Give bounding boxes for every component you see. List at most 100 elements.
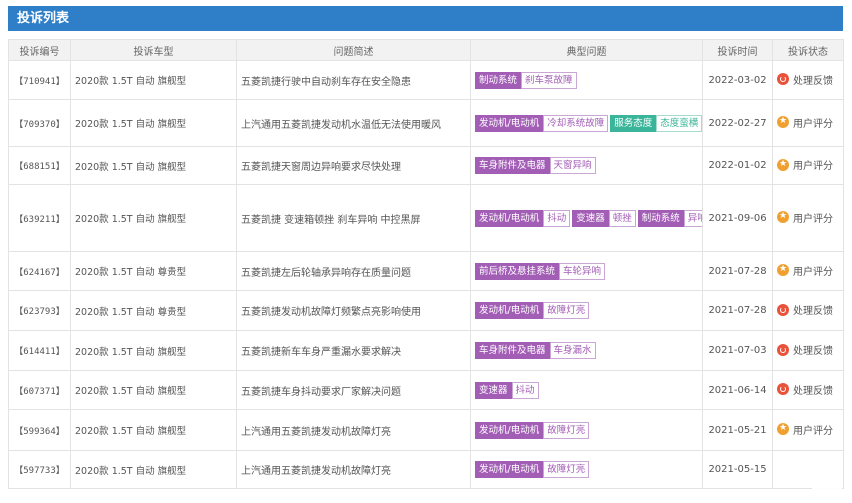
status-label: 处理反馈 [793,385,833,397]
complaint-date: 2021-07-28 [702,251,773,291]
status-score-link[interactable]: 用户评分 [777,422,833,437]
issue-category-tag[interactable]: 发动机/电动机 [475,302,544,319]
status-score-link[interactable]: 用户评分 [777,157,833,172]
complaint-id: 【709370】 [8,99,71,147]
complaint-summary-link[interactable]: 五菱凯捷新车车身严重漏水要求解决 [236,330,471,371]
complaint-status: 处理反馈 [772,60,844,100]
complaint-id: 【639211】 [8,184,71,252]
issue-category-tag[interactable]: 车身附件及电器 [475,157,550,174]
table-row[interactable]: 【599364】 2020款 1.5T 自动 旗舰型 上汽通用五菱凯捷发动机故障灯亮… [8,409,844,451]
table-row[interactable]: 【688151】 2020款 1.5T 自动 旗舰型 五菱凯捷天窗周边异响要求尽快处… [8,146,844,185]
complaint-summary-link[interactable]: 五菱凯捷天窗周边异响要求尽快处理 [236,146,471,185]
table-row[interactable]: 【623793】 2020款 1.5T 自动 尊贵型 五菱凯捷发动机故障灯频繁点亮影… [8,290,844,331]
table-row[interactable]: 【710941】 2020款 1.5T 自动 旗舰型 五菱凯捷行驶中自动刹车存在安全… [8,60,844,100]
status-label: 用户评分 [793,161,833,173]
issue-detail-tag[interactable]: 天窗异响 [549,157,596,174]
column-header-model: 投诉车型 [70,39,237,61]
complaint-id: 【607371】 [8,370,71,410]
status-label: 处理反馈 [793,306,833,318]
complaint-status: 用户评分 [772,251,844,291]
vehicle-model: 2020款 1.5T 自动 旗舰型 [70,450,237,489]
table-row[interactable]: 【639211】 2020款 1.5T 自动 旗舰型 五菱凯捷 变速箱顿挫 刹车异响… [8,184,844,252]
complaint-table: 投诉编号 投诉车型 问题简述 典型问题 投诉时间 投诉状态 【710941】 20… [8,39,844,489]
column-header-time: 投诉时间 [702,39,773,61]
complaint-id: 【623793】 [8,290,71,331]
feedback-icon [777,383,789,396]
issue-detail-tag[interactable]: 抖动 [511,381,539,399]
issue-detail-tag[interactable]: 态度蛮横 [656,114,702,132]
feedback-icon [777,73,789,86]
issue-category-tag[interactable]: 发动机/电动机 [475,421,544,439]
issue-detail-tag[interactable]: 异响 [683,209,702,227]
issue-detail-tag[interactable]: 车身漏水 [549,342,596,359]
complaint-status: 用户评分 [772,99,844,147]
status-label: 用户评分 [793,266,833,278]
vehicle-model: 2020款 1.5T 自动 尊贵型 [70,290,237,331]
page-title: 投诉列表 [8,6,843,31]
column-header-status: 投诉状态 [772,39,844,61]
status-label: 处理反馈 [793,75,833,87]
vehicle-model: 2020款 1.5T 自动 旗舰型 [70,409,237,451]
issue-category-tag[interactable]: 发动机/电动机 [475,114,544,132]
issue-tags: 制动系统 刹车泵故障 [470,60,703,100]
complaint-summary-link[interactable]: 五菱凯捷车身抖动要求厂家解决问题 [236,370,471,410]
table-row[interactable]: 【614411】 2020款 1.5T 自动 旗舰型 五菱凯捷新车车身严重漏水要求解… [8,330,844,371]
complaint-id: 【710941】 [8,60,71,100]
complaint-date: 2021-07-28 [702,290,773,331]
issue-category-tag[interactable]: 车身附件及电器 [475,342,550,359]
status-feedback-link[interactable]: 处理反馈 [777,342,833,357]
complaint-id: 【624167】 [8,251,71,291]
issue-detail-tag[interactable]: 车轮异响 [559,262,606,280]
table-row[interactable]: 【607371】 2020款 1.5T 自动 旗舰型 五菱凯捷车身抖动要求厂家解决问… [8,370,844,410]
vehicle-model: 2020款 1.5T 自动 尊贵型 [70,251,237,291]
status-feedback-link[interactable]: 处理反馈 [777,302,833,317]
complaint-summary-link[interactable]: 五菱凯捷左后轮轴承异响存在质量问题 [236,251,471,291]
issue-detail-tag[interactable]: 故障灯亮 [543,461,590,478]
issue-category-tag[interactable]: 制动系统 [475,71,522,89]
issue-detail-tag[interactable]: 故障灯亮 [543,302,590,319]
column-header-summary: 问题简述 [236,39,471,61]
issue-category-tag[interactable]: 前后桥及悬挂系统 [475,262,560,280]
table-row[interactable]: 【624167】 2020款 1.5T 自动 尊贵型 五菱凯捷左后轮轴承异响存在质量… [8,251,844,291]
issue-detail-tag[interactable]: 抖动 [543,209,571,227]
issue-category-tag[interactable]: 制动系统 [637,209,684,227]
star-icon [777,158,789,171]
table-row[interactable]: 【597733】 2020款 1.5T 自动 旗舰型 上汽通用五菱凯捷发动机故障灯亮… [8,450,844,489]
complaint-date: 2021-05-21 [702,409,773,451]
complaint-summary-link[interactable]: 五菱凯捷行驶中自动刹车存在安全隐患 [236,60,471,100]
complaint-date: 2022-03-02 [702,60,773,100]
issue-category-tag[interactable]: 变速器 [475,381,512,399]
status-feedback-link[interactable]: 处理反馈 [777,382,833,397]
complaint-summary-link[interactable]: 五菱凯捷发动机故障灯频繁点亮影响使用 [236,290,471,331]
complaint-status: 用户评分 [772,409,844,451]
complaint-summary-link[interactable]: 上汽通用五菱凯捷发动机故障灯亮 [236,450,471,489]
complaint-date: 2021-07-03 [702,330,773,371]
issue-detail-tag[interactable]: 冷却系统故障 [543,114,609,132]
column-header-id: 投诉编号 [8,39,71,61]
issue-detail-tag[interactable]: 故障灯亮 [543,421,590,439]
status-label: 用户评分 [793,425,833,437]
status-label: 用户评分 [793,118,833,130]
complaint-summary-link[interactable]: 上汽通用五菱凯捷发动机水温低无法使用暖风 [236,99,471,147]
status-score-link[interactable]: 用户评分 [777,115,833,130]
complaint-summary-link[interactable]: 五菱凯捷 变速箱顿挫 刹车异响 中控黑屏 [236,184,471,252]
status-score-link[interactable]: 用户评分 [777,263,833,278]
issue-category-tag[interactable]: 变速器 [572,209,609,227]
issue-category-tag[interactable]: 发动机/电动机 [475,209,544,227]
complaint-id: 【614411】 [8,330,71,371]
issue-detail-tag[interactable]: 刹车泵故障 [521,71,577,89]
issue-category-tag[interactable]: 服务态度 [610,114,657,132]
issue-detail-tag[interactable]: 顿挫 [608,209,636,227]
status-label: 用户评分 [793,213,833,225]
status-score-link[interactable]: 用户评分 [777,210,833,225]
complaint-date: 2022-01-02 [702,146,773,185]
issue-category-tag[interactable]: 发动机/电动机 [475,461,544,478]
complaint-summary-link[interactable]: 上汽通用五菱凯捷发动机故障灯亮 [236,409,471,451]
feedback-icon [777,343,789,356]
issue-tags: 车身附件及电器 天窗异响 [470,146,703,185]
status-feedback-link[interactable]: 处理反馈 [777,72,833,87]
table-row[interactable]: 【709370】 2020款 1.5T 自动 旗舰型 上汽通用五菱凯捷发动机水温低无… [8,99,844,147]
complaint-status: 处理反馈 [772,290,844,331]
star-icon [777,210,789,224]
table-header-row: 投诉编号 投诉车型 问题简述 典型问题 投诉时间 投诉状态 [8,39,844,61]
